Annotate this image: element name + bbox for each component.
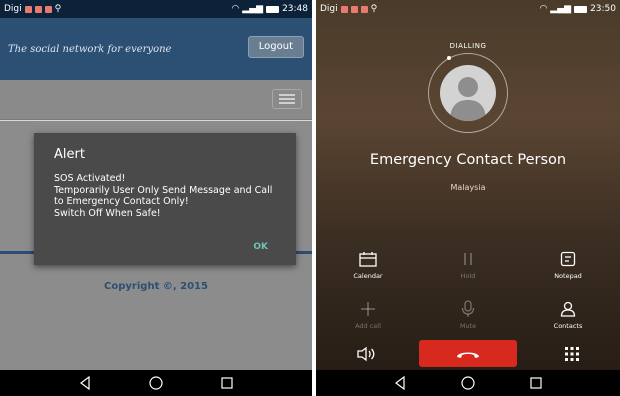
contact-location: Malaysia [450,183,486,192]
battery-icon [574,5,588,13]
add-call-button[interactable]: Add call [328,298,408,330]
contact-name: Emergency Contact Person [369,152,567,168]
battery-icon [266,5,280,13]
avatar [440,65,496,121]
plus-icon [361,302,375,316]
notification-icon [350,5,358,13]
end-call-button[interactable] [419,340,517,367]
signal-icon: ▂▄▆ [550,4,572,14]
call-controls [316,340,620,370]
microphone-icon [461,300,475,317]
progress-dot [447,56,451,60]
speaker-icon[interactable] [356,346,376,366]
hold-button[interactable]: Hold [428,248,508,280]
mute-button[interactable]: Mute [428,298,508,330]
status-bar: Digi ⚲ ◠ ▂▄▆ 23:50 [316,0,620,18]
mute-label: Mute [459,322,477,330]
notepad-button[interactable]: Notepad [528,248,608,280]
notification-icon [360,5,368,13]
add-call-label: Add call [355,322,381,330]
notepad-label: Notepad [554,272,582,280]
pause-icon [464,253,472,265]
carrier-label: Digi [320,4,338,14]
ok-button[interactable]: OK [253,242,268,252]
wifi-icon: ◠ [231,4,240,14]
calendar-label: Calendar [353,272,383,280]
menu-icon[interactable] [272,89,302,109]
recents-icon[interactable] [220,376,234,390]
calendar-icon [359,252,377,267]
home-icon[interactable] [460,375,476,391]
alert-message: SOS Activated! Temporarily User Only Sen… [54,173,273,219]
copyright-text: Copyright ©, 2015 [104,281,208,292]
usb-icon: ⚲ [54,4,62,14]
contacts-button[interactable]: Contacts [528,298,608,330]
wifi-icon: ◠ [539,4,548,14]
notification-icon [340,5,348,13]
contacts-label: Contacts [553,322,583,330]
notepad-icon [560,251,576,267]
signal-icon: ▂▄▆ [242,4,264,14]
system-nav-bar [0,370,312,396]
carrier-label: Digi [4,4,22,14]
clock: 23:50 [590,4,616,14]
logout-button[interactable]: Logout [247,36,304,58]
home-icon[interactable] [148,375,164,391]
usb-icon: ⚲ [370,4,378,14]
notification-icon [34,5,42,13]
clock: 23:48 [282,4,308,14]
system-nav-bar [316,370,620,396]
status-bar: Digi ⚲ ◠ ▂▄▆ 23:48 [0,0,312,18]
alert-title: Alert [54,147,85,162]
calendar-button[interactable]: Calendar [328,248,408,280]
hang-up-icon [457,352,479,358]
recents-icon[interactable] [529,376,543,390]
keypad-icon[interactable] [564,346,580,366]
call-state: DIALLING [449,42,487,50]
site-header: The social network for everyone Logout [0,18,312,80]
back-icon[interactable] [393,376,407,390]
right-screen: Digi ⚲ ◠ ▂▄▆ 23:50 DIALLING Emergency Co… [316,0,620,396]
nav-bar [0,80,312,120]
alert-dialog: Alert SOS Activated! Temporarily User On… [34,133,296,265]
left-screen: Digi ⚲ ◠ ▂▄▆ 23:48 The social network fo… [0,0,312,396]
person-icon [560,301,576,317]
back-icon[interactable] [78,376,92,390]
hold-label: Hold [460,272,476,280]
notification-icon [24,5,32,13]
site-tagline: The social network for everyone [8,44,172,55]
notification-icon [44,5,52,13]
